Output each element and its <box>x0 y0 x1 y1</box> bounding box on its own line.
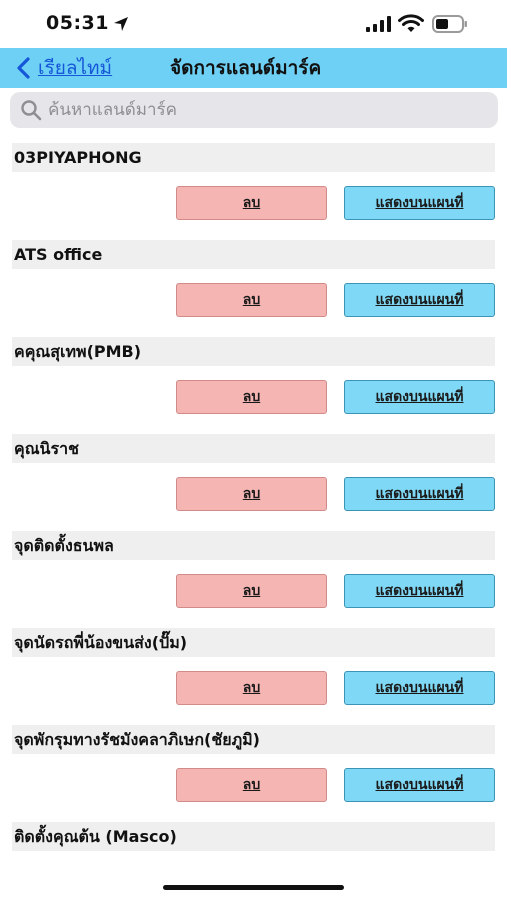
list-item: คคุณสุเทพ(PMB) ลบ แสดงบนแผนที่ <box>0 334 507 431</box>
list-item: คุณนิราช ลบ แสดงบนแผนที่ <box>0 431 507 528</box>
search-bar <box>10 92 498 128</box>
delete-button[interactable]: ลบ <box>176 477 327 511</box>
show-on-map-button[interactable]: แสดงบนแผนที่ <box>344 186 495 220</box>
search-icon <box>21 100 42 121</box>
bottom-safe-area <box>0 865 507 900</box>
delete-button[interactable]: ลบ <box>176 283 327 317</box>
landmark-name: คคุณสุเทพ(PMB) <box>12 337 495 366</box>
show-on-map-button[interactable]: แสดงบนแผนที่ <box>344 768 495 802</box>
chevron-left-icon <box>17 57 30 79</box>
list-item: จุดพักรุมทางรัชมังคลาภิเษก(ชัยภูมิ) ลบ แ… <box>0 722 507 819</box>
landmark-name: 03PIYAPHONG <box>12 143 495 172</box>
list-item: ติดตั้งคุณต้น (Masco) ลบ แสดงบนแผนที่ <box>0 819 507 865</box>
delete-button[interactable]: ลบ <box>176 380 327 414</box>
list-item: 03PIYAPHONG ลบ แสดงบนแผนที่ <box>0 140 507 237</box>
landmark-name: ติดตั้งคุณต้น (Masco) <box>12 822 495 851</box>
status-time: 05:31 <box>46 12 109 34</box>
show-on-map-button[interactable]: แสดงบนแผนที่ <box>344 574 495 608</box>
landmark-name: ATS office <box>12 240 495 269</box>
status-bar: 05:31 <box>0 0 507 48</box>
cellular-signal-icon <box>366 16 391 32</box>
battery-icon <box>432 15 467 33</box>
back-label: เรียลไทม์ <box>38 57 113 79</box>
landmark-name: จุดติดตั้งธนพล <box>12 531 495 560</box>
location-arrow-icon <box>114 17 128 31</box>
show-on-map-button[interactable]: แสดงบนแผนที่ <box>344 283 495 317</box>
search-input[interactable] <box>48 100 478 120</box>
delete-button[interactable]: ลบ <box>176 186 327 220</box>
landmark-name: คุณนิราช <box>12 434 495 463</box>
show-on-map-button[interactable]: แสดงบนแผนที่ <box>344 477 495 511</box>
back-button[interactable]: เรียลไทม์ <box>14 48 112 88</box>
list-item: ATS office ลบ แสดงบนแผนที่ <box>0 237 507 334</box>
delete-button[interactable]: ลบ <box>176 768 327 802</box>
landmark-name: จุดพักรุมทางรัชมังคลาภิเษก(ชัยภูมิ) <box>12 725 495 754</box>
landmark-name: จุดนัดรถพี่น้องขนส่ง(ปั๊ม) <box>12 628 495 657</box>
home-indicator[interactable] <box>163 885 344 890</box>
delete-button[interactable]: ลบ <box>176 671 327 705</box>
list-item: จุดนัดรถพี่น้องขนส่ง(ปั๊ม) ลบ แสดงบนแผนท… <box>0 625 507 722</box>
page-title: จัดการแลนด์มาร์ค <box>170 57 322 79</box>
wifi-icon <box>398 14 424 32</box>
list-item: จุดติดตั้งธนพล ลบ แสดงบนแผนที่ <box>0 528 507 625</box>
show-on-map-button[interactable]: แสดงบนแผนที่ <box>344 380 495 414</box>
landmark-list: 03PIYAPHONG ลบ แสดงบนแผนที่ ATS office ล… <box>0 140 507 865</box>
show-on-map-button[interactable]: แสดงบนแผนที่ <box>344 671 495 705</box>
delete-button[interactable]: ลบ <box>176 574 327 608</box>
navigation-bar: เรียลไทม์ จัดการแลนด์มาร์ค <box>0 48 507 88</box>
